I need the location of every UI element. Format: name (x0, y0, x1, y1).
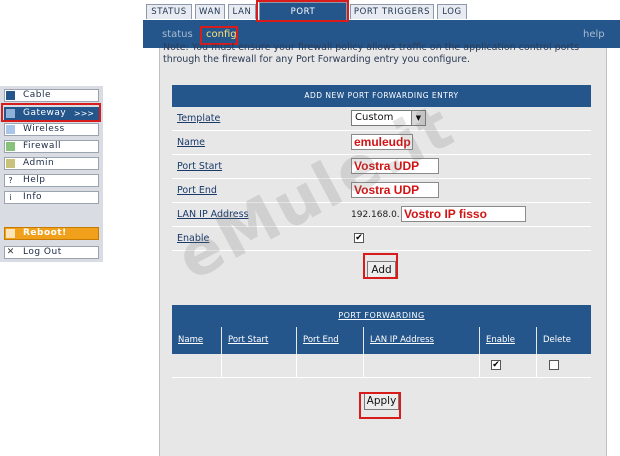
sidebar: Cable Gateway >>> Wireless Firewall Admi… (0, 86, 103, 262)
cable-icon (6, 91, 15, 100)
list-column-headers: Name Port Start Port End LAN IP Address … (172, 327, 591, 354)
row-delete-checkbox[interactable] (549, 360, 559, 370)
tab-status[interactable]: STATUS (146, 4, 192, 19)
enable-row: Enable ✔ (172, 227, 591, 251)
subnav-help-link[interactable]: help (583, 29, 605, 40)
sidebar-item-label: Reboot! (23, 228, 67, 238)
gateway-icon (6, 109, 15, 118)
firewall-note: Note: You must ensure your firewall poli… (163, 42, 580, 65)
top-tab-bar: STATUS WAN LAN PORT FORWARDING PORT TRIG… (143, 0, 620, 35)
tab-wan[interactable]: WAN (195, 4, 225, 19)
apply-button[interactable]: Apply (364, 392, 399, 410)
port-forwarding-list: PORT FORWARDING Name Port Start Port End… (172, 305, 591, 438)
cell-name (172, 354, 222, 378)
cell-enable: ✔ (480, 354, 537, 378)
name-input[interactable]: emuleudp (351, 134, 413, 150)
name-label: Name (177, 137, 206, 148)
reboot-icon (6, 229, 15, 238)
sidebar-item-gateway[interactable]: Gateway >>> (4, 107, 99, 120)
add-button[interactable]: Add (367, 261, 396, 279)
apply-button-area: Apply (172, 378, 591, 438)
port-end-row: Port End Vostra UDP (172, 179, 591, 203)
sidebar-item-label: Log Out (23, 247, 62, 257)
cell-port-end (297, 354, 364, 378)
main-content: Note: You must ensure your firewall poli… (159, 42, 607, 456)
port-start-row: Port Start Vostra UDP (172, 155, 591, 179)
firewall-icon (6, 142, 15, 151)
col-lan-ip-address[interactable]: LAN IP Address (364, 327, 480, 354)
sidebar-item-label: Admin (23, 158, 55, 168)
port-end-label: Port End (177, 185, 217, 196)
sidebar-item-help[interactable]: ? Help (4, 174, 99, 187)
admin-icon (6, 159, 15, 168)
sidebar-item-label: Wireless (23, 124, 65, 134)
sidebar-item-label: Info (23, 192, 43, 202)
sidebar-item-wireless[interactable]: Wireless (4, 123, 99, 136)
template-label: Template (177, 113, 221, 124)
template-selected-value: Custom (355, 112, 394, 123)
port-start-input[interactable]: Vostra UDP (351, 158, 439, 174)
dropdown-arrow-icon[interactable]: ▼ (411, 111, 425, 125)
port-start-label: Port Start (177, 161, 223, 172)
template-row: Template Custom ▼ (172, 107, 591, 131)
cell-lan-ip (364, 354, 480, 378)
tab-log[interactable]: LOG (437, 4, 467, 19)
add-button-area: Add (172, 251, 591, 305)
lan-ip-label: LAN IP Address (177, 209, 249, 220)
sidebar-item-label: Gateway (23, 108, 67, 118)
cell-port-start (222, 354, 297, 378)
sidebar-item-label: Firewall (23, 141, 61, 151)
add-entry-panel: ADD NEW PORT FORWARDING ENTRY Template C… (172, 85, 591, 305)
sidebar-item-label: Help (23, 175, 46, 185)
name-row: Name emuleudp (172, 131, 591, 155)
template-select[interactable]: Custom ▼ (351, 110, 426, 126)
add-entry-header: ADD NEW PORT FORWARDING ENTRY (172, 85, 591, 107)
tab-port-triggers[interactable]: PORT TRIGGERS (350, 4, 434, 19)
wireless-icon (6, 125, 15, 134)
lan-ip-row: LAN IP Address 192.168.0. Vostro IP fiss… (172, 203, 591, 227)
port-end-input[interactable]: Vostra UDP (351, 182, 439, 198)
cell-delete (537, 354, 591, 378)
enable-checkbox[interactable]: ✔ (354, 233, 364, 243)
col-port-start[interactable]: Port Start (222, 327, 297, 354)
enable-label: Enable (177, 233, 210, 244)
tab-lan[interactable]: LAN (228, 4, 256, 19)
sidebar-item-firewall[interactable]: Firewall (4, 140, 99, 153)
table-row: ✔ (172, 354, 591, 378)
sidebar-item-info[interactable]: i Info (4, 191, 99, 204)
port-forwarding-list-header[interactable]: PORT FORWARDING (172, 305, 591, 327)
subnav-config-link[interactable]: config (206, 29, 237, 40)
col-port-end[interactable]: Port End (297, 327, 364, 354)
sidebar-item-cable[interactable]: Cable (4, 89, 99, 102)
col-delete: Delete (543, 335, 571, 345)
sidebar-item-admin[interactable]: Admin (4, 157, 99, 170)
sidebar-item-logout[interactable]: ✕ Log Out (4, 246, 99, 259)
tab-port-forwarding[interactable]: PORT FORWARDING (259, 2, 347, 35)
col-enable[interactable]: Enable (480, 327, 537, 354)
info-icon: i (9, 193, 12, 202)
subnav-status-link[interactable]: status (162, 29, 193, 40)
help-icon: ? (8, 176, 13, 185)
lan-ip-input[interactable]: Vostro IP fisso (401, 206, 526, 222)
logout-icon: ✕ (6, 247, 15, 257)
col-name[interactable]: Name (172, 327, 222, 354)
lan-ip-prefix: 192.168.0. (351, 210, 400, 220)
chevron-right-icon: >>> (73, 109, 94, 118)
sidebar-item-reboot[interactable]: Reboot! (4, 227, 99, 240)
row-enable-checkbox[interactable]: ✔ (491, 360, 501, 370)
sidebar-item-label: Cable (23, 90, 52, 100)
